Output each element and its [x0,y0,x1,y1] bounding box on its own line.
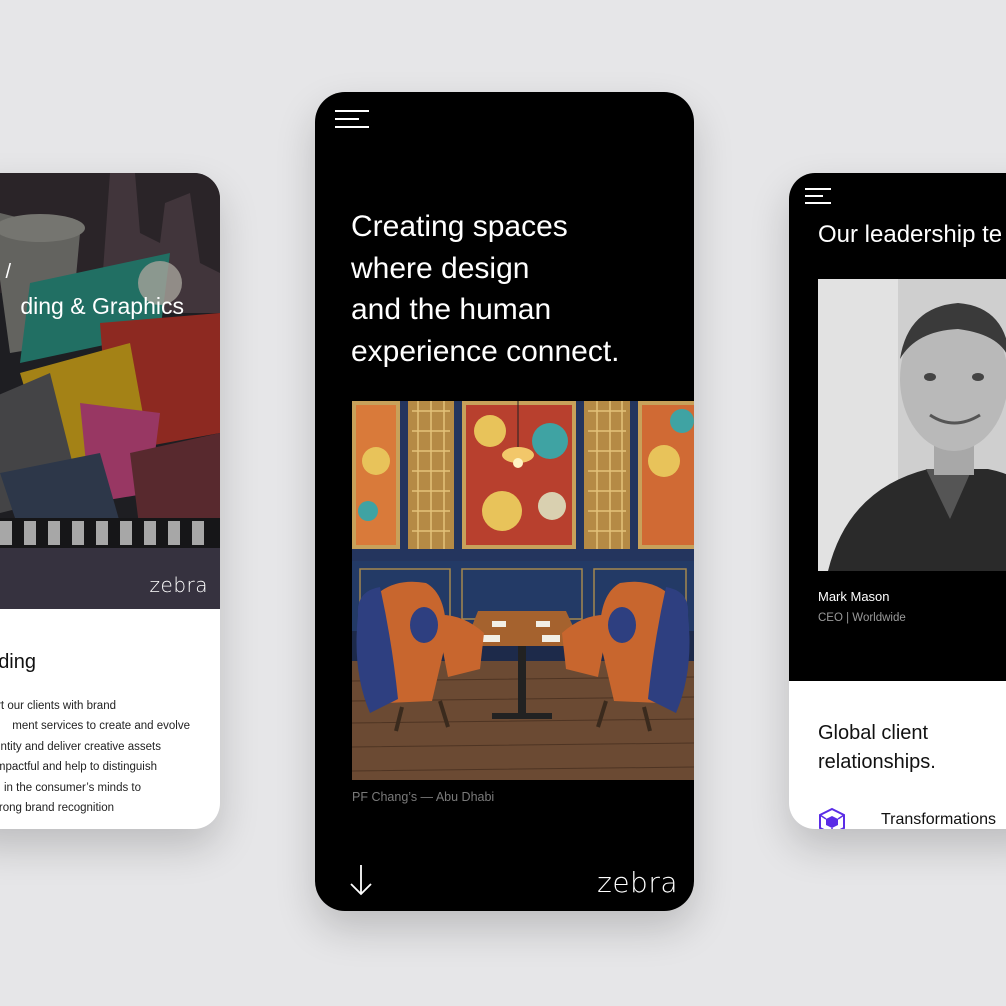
graffiti-artwork [0,173,220,609]
center-phone-screen: Creating spaces where design and the hum… [315,92,694,911]
breadcrumb[interactable]: s / [0,261,11,284]
body-line: ment services to create and evolve [12,720,190,733]
headline-line: where design [351,251,530,285]
section-body: ort our clients with brand ment services… [0,696,190,818]
zebra-logo[interactable]: zebra [597,866,678,899]
person-name: Mark Mason [818,589,890,604]
hamburger-menu-icon[interactable] [335,110,369,130]
leadership-heading: Our leadership te [818,221,1003,248]
person-role: CEO | Worldwide [818,612,906,624]
headline-line: Creating spaces [351,210,568,243]
body-line: ort our clients with brand [0,700,116,712]
body-line: entity and deliver creative assets [0,740,161,753]
feature-label[interactable]: Transformations [881,811,996,829]
restaurant-photo[interactable] [352,401,694,780]
page-title: ding & Graphics [20,293,184,319]
portrait-photo[interactable] [818,279,1006,571]
body-line: mpactful and help to distinguish [0,761,157,774]
left-phone-screen: s / ding & Graphics zebra ding ort our c… [0,173,220,829]
global-clients-title: Global client relationships. [818,719,936,777]
section-heading: ding [0,651,36,673]
headline-line: and the human [351,293,552,326]
leadership-section: Our leadership te Mark Mason CEO | World… [789,173,1006,681]
arrow-down-icon[interactable] [349,864,373,896]
title-line: Global client [818,722,929,744]
zebra-logo[interactable]: zebra [150,573,208,597]
right-phone-screen: Our leadership te Mark Mason CEO | World… [789,173,1006,829]
cube-icon [817,806,847,829]
photo-caption: PF Chang’s — Abu Dhabi [352,790,495,804]
headline-line: experience connect. [351,334,620,368]
body-line: d in the consumer’s minds to [0,781,141,794]
body-line: strong brand recognition [0,802,114,815]
hamburger-menu-icon[interactable] [805,188,831,204]
left-hero-image: s / ding & Graphics zebra [0,173,220,609]
hero-headline: Creating spaces where design and the hum… [351,206,620,372]
title-line: relationships. [818,751,936,773]
